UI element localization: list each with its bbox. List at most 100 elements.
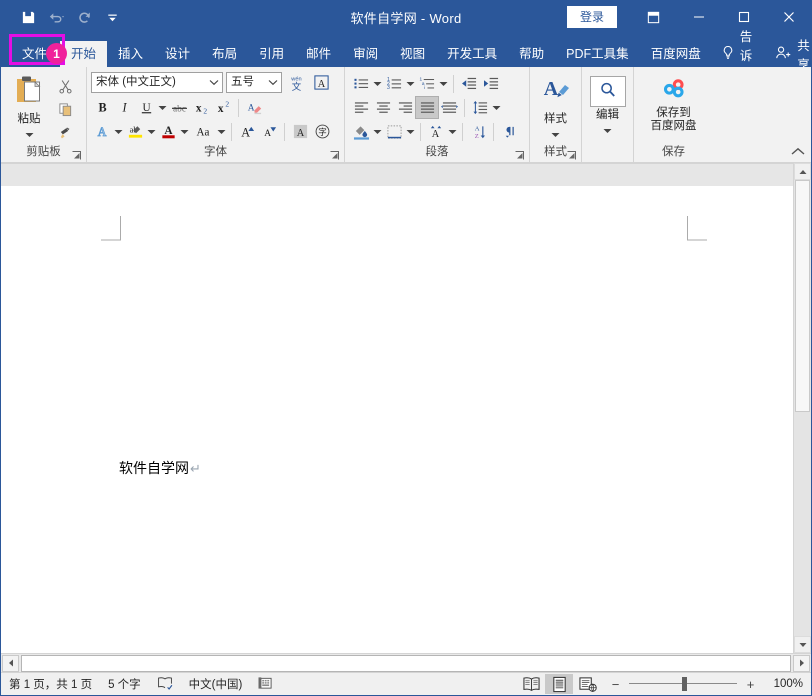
zoom-out-button[interactable]: − bbox=[609, 677, 622, 692]
scroll-down-button[interactable] bbox=[794, 636, 811, 653]
shrink-font-button[interactable]: A bbox=[258, 121, 280, 142]
font-size-chevron-down-icon[interactable] bbox=[264, 73, 281, 92]
line-spacing-button[interactable] bbox=[469, 97, 491, 118]
zoom-in-button[interactable]: + bbox=[744, 677, 757, 692]
font-name-chevron-down-icon[interactable] bbox=[205, 73, 222, 92]
font-color-dropdown-icon[interactable] bbox=[179, 121, 190, 142]
change-case-dropdown-icon[interactable] bbox=[216, 121, 227, 142]
horizontal-scrollbar[interactable] bbox=[1, 653, 811, 672]
paragraph-dialog-launcher-icon[interactable] bbox=[514, 150, 525, 161]
undo-icon[interactable] bbox=[43, 5, 69, 29]
underline-button[interactable]: U bbox=[135, 97, 157, 118]
copy-button[interactable] bbox=[54, 99, 76, 120]
zoom-track[interactable] bbox=[629, 674, 737, 694]
cut-button[interactable] bbox=[54, 76, 76, 97]
styles-button[interactable]: A 样式 bbox=[535, 72, 576, 141]
vertical-scroll-track[interactable] bbox=[794, 180, 811, 636]
shading-dropdown-icon[interactable] bbox=[372, 121, 383, 142]
document-canvas[interactable]: 软件自学网↵ bbox=[1, 163, 793, 653]
zoom-handle[interactable] bbox=[682, 677, 687, 691]
clear-formatting-button[interactable]: A bbox=[243, 97, 265, 118]
numbering-button[interactable]: 123 bbox=[383, 73, 405, 94]
underline-dropdown-icon[interactable] bbox=[157, 97, 168, 118]
tab-references[interactable]: 引用 bbox=[248, 41, 295, 67]
share-button[interactable]: 共享 bbox=[761, 41, 812, 67]
scroll-left-button[interactable] bbox=[2, 655, 19, 672]
tab-review[interactable]: 审阅 bbox=[342, 41, 389, 67]
vertical-scroll-thumb[interactable] bbox=[795, 180, 810, 412]
tab-mailings[interactable]: 邮件 bbox=[295, 41, 342, 67]
tab-baidu-netdisk[interactable]: 百度网盘 bbox=[640, 41, 712, 67]
editing-dropdown-icon[interactable] bbox=[603, 123, 612, 137]
strikethrough-button[interactable]: abc bbox=[168, 97, 190, 118]
change-case-button[interactable]: Aa bbox=[190, 121, 216, 142]
multilevel-list-button[interactable]: 1ai bbox=[416, 73, 438, 94]
proofing-status[interactable] bbox=[149, 674, 181, 694]
distribute-button[interactable] bbox=[438, 97, 460, 118]
font-dialog-launcher-icon[interactable] bbox=[329, 150, 340, 161]
view-print-layout-button[interactable] bbox=[545, 674, 573, 694]
document-body-text[interactable]: 软件自学网↵ bbox=[119, 458, 201, 478]
bullets-dropdown-icon[interactable] bbox=[372, 73, 383, 94]
macro-recording-status[interactable] bbox=[250, 674, 281, 694]
numbering-dropdown-icon[interactable] bbox=[405, 73, 416, 94]
font-name-combo[interactable]: 宋体 (中文正文) bbox=[91, 72, 223, 93]
ribbon-display-options-icon[interactable] bbox=[631, 1, 676, 33]
justify-button[interactable] bbox=[416, 97, 438, 118]
superscript-button[interactable]: x2 bbox=[212, 97, 234, 118]
save-icon[interactable] bbox=[15, 5, 41, 29]
redo-icon[interactable] bbox=[71, 5, 97, 29]
scroll-up-button[interactable] bbox=[794, 163, 811, 180]
paste-button[interactable]: 粘贴 bbox=[6, 72, 52, 141]
collapse-ribbon-icon[interactable] bbox=[791, 145, 805, 159]
paste-dropdown-icon[interactable] bbox=[25, 127, 34, 141]
tab-pdf-tools[interactable]: PDF工具集 bbox=[555, 41, 640, 67]
align-right-button[interactable] bbox=[394, 97, 416, 118]
view-web-layout-button[interactable] bbox=[573, 674, 601, 694]
text-highlight-button[interactable]: ab bbox=[124, 121, 146, 142]
format-painter-button[interactable] bbox=[54, 122, 76, 143]
phonetic-guide-button[interactable]: wén文 bbox=[285, 72, 307, 93]
language-status[interactable]: 中文(中国) bbox=[181, 674, 251, 694]
grow-font-button[interactable]: A bbox=[236, 121, 258, 142]
tab-insert[interactable]: 插入 bbox=[107, 41, 154, 67]
borders-button[interactable] bbox=[383, 121, 405, 142]
zoom-level[interactable]: 100% bbox=[765, 678, 803, 690]
close-button[interactable] bbox=[766, 1, 811, 33]
line-spacing-dropdown-icon[interactable] bbox=[491, 97, 502, 118]
text-effects-dropdown-icon[interactable] bbox=[113, 121, 124, 142]
zoom-slider[interactable]: − + bbox=[601, 674, 765, 694]
align-left-button[interactable] bbox=[350, 97, 372, 118]
enclose-characters-button[interactable]: 字 bbox=[311, 121, 333, 142]
tab-design[interactable]: 设计 bbox=[154, 41, 201, 67]
page-info[interactable]: 第 1 页，共 1 页 bbox=[1, 674, 100, 694]
styles-dialog-launcher-icon[interactable] bbox=[566, 150, 577, 161]
multilevel-list-dropdown-icon[interactable] bbox=[438, 73, 449, 94]
document-page[interactable]: 软件自学网↵ bbox=[1, 186, 793, 653]
tab-developer[interactable]: 开发工具 bbox=[436, 41, 508, 67]
decrease-indent-button[interactable] bbox=[458, 73, 480, 94]
show-formatting-marks-button[interactable] bbox=[498, 121, 520, 142]
scroll-right-button[interactable] bbox=[793, 655, 810, 672]
horizontal-scroll-track[interactable] bbox=[21, 655, 791, 672]
editing-button[interactable]: 编辑 bbox=[587, 72, 628, 137]
bold-button[interactable]: B bbox=[91, 97, 113, 118]
view-read-mode-button[interactable] bbox=[517, 674, 545, 694]
word-count[interactable]: 5 个字 bbox=[100, 674, 149, 694]
font-color-button[interactable]: A bbox=[157, 121, 179, 142]
vertical-scrollbar[interactable] bbox=[793, 163, 811, 653]
clipboard-dialog-launcher-icon[interactable] bbox=[71, 150, 82, 161]
subscript-button[interactable]: x2 bbox=[190, 97, 212, 118]
text-effects-button[interactable]: A bbox=[91, 121, 113, 142]
tell-me-button[interactable]: 告诉我 bbox=[712, 41, 762, 67]
tab-view[interactable]: 视图 bbox=[389, 41, 436, 67]
chinese-layout-dropdown-icon[interactable] bbox=[447, 121, 458, 142]
horizontal-scroll-thumb[interactable] bbox=[21, 655, 791, 672]
text-highlight-dropdown-icon[interactable] bbox=[146, 121, 157, 142]
increase-indent-button[interactable] bbox=[480, 73, 502, 94]
align-center-button[interactable] bbox=[372, 97, 394, 118]
font-size-combo[interactable]: 五号 bbox=[226, 72, 282, 93]
minimize-button[interactable] bbox=[676, 1, 721, 33]
save-to-baidu-netdisk-button[interactable]: 保存到 百度网盘 bbox=[639, 72, 708, 133]
customize-qat-icon[interactable] bbox=[99, 5, 125, 29]
